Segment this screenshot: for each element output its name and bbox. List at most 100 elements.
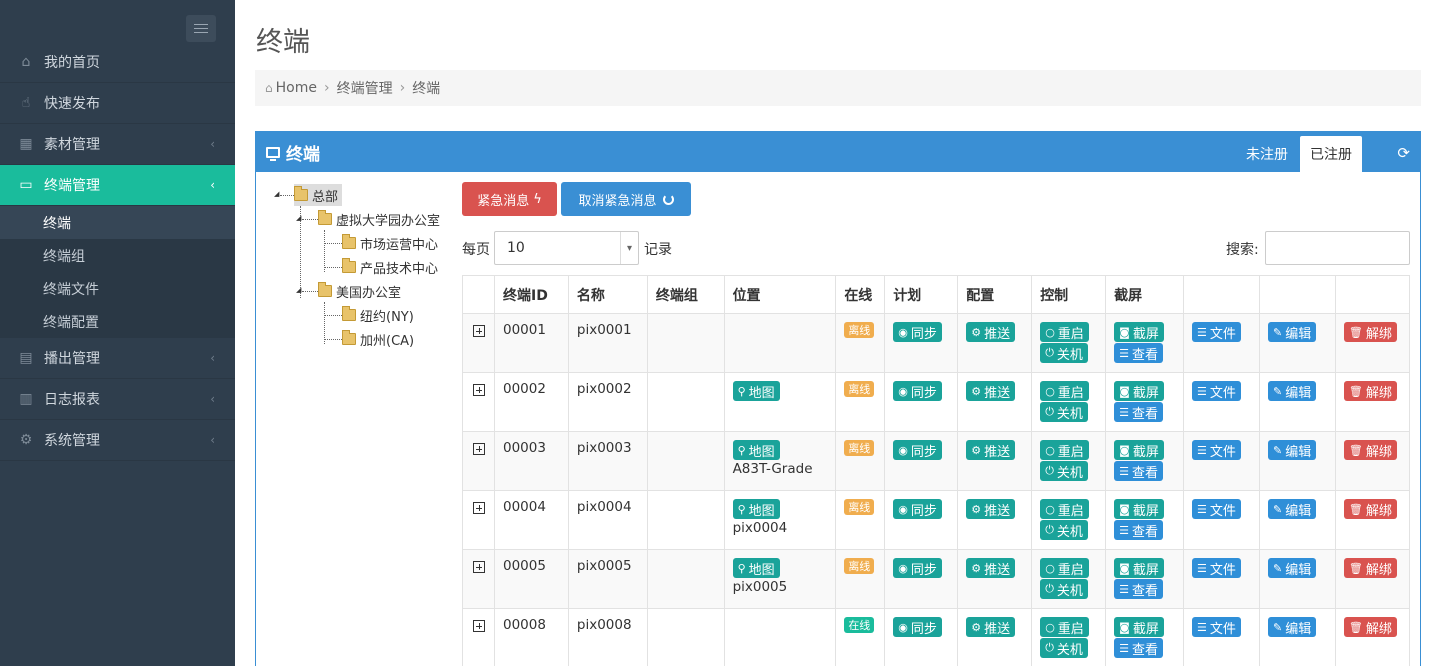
push-button[interactable]: ⚙ 推送 [966,322,1016,342]
restart-button[interactable]: ○ 重启 [1040,617,1089,637]
page-size-select[interactable]: 10 ▾ [494,231,639,265]
edit-button[interactable]: ✎ 编辑 [1267,617,1317,637]
restart-button[interactable]: ○ 重启 [1040,322,1089,342]
sidebar-item-reports[interactable]: ▥ 日志报表 ‹ [0,379,235,420]
unbind-button[interactable]: 🗑 解绑 [1343,558,1397,578]
sync-button[interactable]: ◉ 同步 [893,322,942,342]
cancel-urgent-button[interactable]: 取消紧急消息 [561,182,691,216]
sidebar-subitem-terminal-group[interactable]: 终端组 [0,239,235,272]
view-button[interactable]: ☰ 查看 [1114,402,1164,422]
tree-node-virtual-campus[interactable]: 虚拟大学园办公室 [318,208,440,230]
sync-button[interactable]: ◉ 同步 [893,617,942,637]
column-header-group[interactable]: 终端组 [646,275,725,314]
sidebar-item-home[interactable]: ⌂ 我的首页 [0,42,235,83]
expand-icon[interactable] [473,561,485,573]
push-button[interactable]: ⚙ 推送 [966,440,1016,460]
screenshot-button[interactable]: ◙ 截屏 [1114,322,1164,342]
files-button[interactable]: ☰ 文件 [1192,322,1241,342]
view-button[interactable]: ☰ 查看 [1114,520,1164,540]
sidebar-item-system[interactable]: ⚙ 系统管理 ‹ [0,420,235,461]
sidebar-subitem-terminal-config[interactable]: 终端配置 [0,305,235,338]
column-header-name[interactable]: 名称 [567,275,648,314]
urgent-message-button[interactable]: 紧急消息 ϟ [462,182,557,216]
view-button[interactable]: ☰ 查看 [1114,579,1164,599]
shutdown-button[interactable]: ⏻ 关机 [1040,579,1088,599]
column-header-screenshot[interactable]: 截屏 [1105,275,1185,314]
edit-button[interactable]: ✎ 编辑 [1267,440,1317,460]
column-header-online[interactable]: 在线 [835,275,886,314]
shutdown-button[interactable]: ⏻ 关机 [1040,638,1088,658]
tree-node-us-office[interactable]: 美国办公室 [318,280,401,302]
screenshot-button[interactable]: ◙ 截屏 [1114,499,1164,519]
restart-button[interactable]: ○ 重启 [1040,558,1089,578]
unbind-button[interactable]: 🗑 解绑 [1343,499,1397,519]
shutdown-button[interactable]: ⏻ 关机 [1040,402,1088,422]
push-button[interactable]: ⚙ 推送 [966,558,1016,578]
map-button[interactable]: ⚲ 地图 [732,381,780,401]
shutdown-button[interactable]: ⏻ 关机 [1040,461,1088,481]
files-button[interactable]: ☰ 文件 [1192,440,1241,460]
unbind-button[interactable]: 🗑 解绑 [1343,440,1397,460]
edit-button[interactable]: ✎ 编辑 [1267,558,1317,578]
shutdown-button[interactable]: ⏻ 关机 [1040,520,1088,540]
screenshot-button[interactable]: ◙ 截屏 [1114,617,1164,637]
shutdown-button[interactable]: ⏻ 关机 [1040,343,1088,363]
sidebar-item-materials[interactable]: ▦ 素材管理 ‹ [0,124,235,165]
expand-icon[interactable] [473,620,485,632]
restart-button[interactable]: ○ 重启 [1040,499,1089,519]
map-button[interactable]: ⚲ 地图 [732,440,780,460]
tree-node-product-tech[interactable]: 产品技术中心 [342,256,438,278]
expand-icon[interactable] [473,325,485,337]
edit-button[interactable]: ✎ 编辑 [1267,499,1317,519]
sidebar-item-quick-publish[interactable]: ☝ 快速发布 [0,83,235,124]
screenshot-button[interactable]: ◙ 截屏 [1114,558,1164,578]
unbind-button[interactable]: 🗑 解绑 [1343,617,1397,637]
column-header-plan[interactable]: 计划 [884,275,959,314]
tab-unregistered[interactable]: 未注册 [1236,136,1298,172]
tree-node-ny[interactable]: 纽约(NY) [342,304,414,326]
files-button[interactable]: ☰ 文件 [1192,499,1241,519]
edit-button[interactable]: ✎ 编辑 [1267,322,1317,342]
tree-node-root[interactable]: 总部 [294,184,343,206]
sync-button[interactable]: ◉ 同步 [893,499,942,519]
column-header-location[interactable]: 位置 [723,275,837,314]
restart-button[interactable]: ○ 重启 [1040,381,1089,401]
screenshot-button[interactable]: ◙ 截屏 [1114,381,1164,401]
menu-toggle-button[interactable] [186,15,216,42]
tree-node-ca[interactable]: 加州(CA) [342,328,414,350]
push-button[interactable]: ⚙ 推送 [966,617,1016,637]
expand-icon[interactable] [473,443,485,455]
push-button[interactable]: ⚙ 推送 [966,499,1016,519]
view-button[interactable]: ☰ 查看 [1114,638,1164,658]
edit-button[interactable]: ✎ 编辑 [1267,381,1317,401]
map-button[interactable]: ⚲ 地图 [732,499,780,519]
tab-registered[interactable]: 已注册 [1300,136,1362,172]
sidebar-item-terminals[interactable]: ▭ 终端管理 ‹ [0,165,235,206]
breadcrumb-terminal-mgmt[interactable]: 终端管理 [337,78,393,98]
restart-button[interactable]: ○ 重启 [1040,440,1089,460]
sync-button[interactable]: ◉ 同步 [893,440,942,460]
view-button[interactable]: ☰ 查看 [1114,343,1164,363]
expand-icon[interactable] [473,384,485,396]
files-button[interactable]: ☰ 文件 [1192,617,1241,637]
column-header-id[interactable]: 终端ID [493,275,569,314]
sync-button[interactable]: ◉ 同步 [893,381,942,401]
push-button[interactable]: ⚙ 推送 [966,381,1016,401]
tree-node-marketing[interactable]: 市场运营中心 [342,232,438,254]
search-input[interactable] [1265,231,1410,265]
unbind-button[interactable]: 🗑 解绑 [1343,322,1397,342]
screenshot-button[interactable]: ◙ 截屏 [1114,440,1164,460]
column-header-control[interactable]: 控制 [1031,275,1107,314]
sidebar-subitem-terminal-files[interactable]: 终端文件 [0,272,235,305]
map-button[interactable]: ⚲ 地图 [732,558,780,578]
view-button[interactable]: ☰ 查看 [1114,461,1164,481]
sidebar-subitem-terminal[interactable]: 终端 [0,206,235,239]
column-header-config[interactable]: 配置 [957,275,1033,314]
unbind-button[interactable]: 🗑 解绑 [1343,381,1397,401]
breadcrumb-home[interactable]: Home [276,80,317,96]
refresh-icon[interactable]: ⟳ [1397,144,1410,162]
sidebar-item-broadcast[interactable]: ▤ 播出管理 ‹ [0,338,235,379]
files-button[interactable]: ☰ 文件 [1192,381,1241,401]
files-button[interactable]: ☰ 文件 [1192,558,1241,578]
expand-icon[interactable] [473,502,485,514]
